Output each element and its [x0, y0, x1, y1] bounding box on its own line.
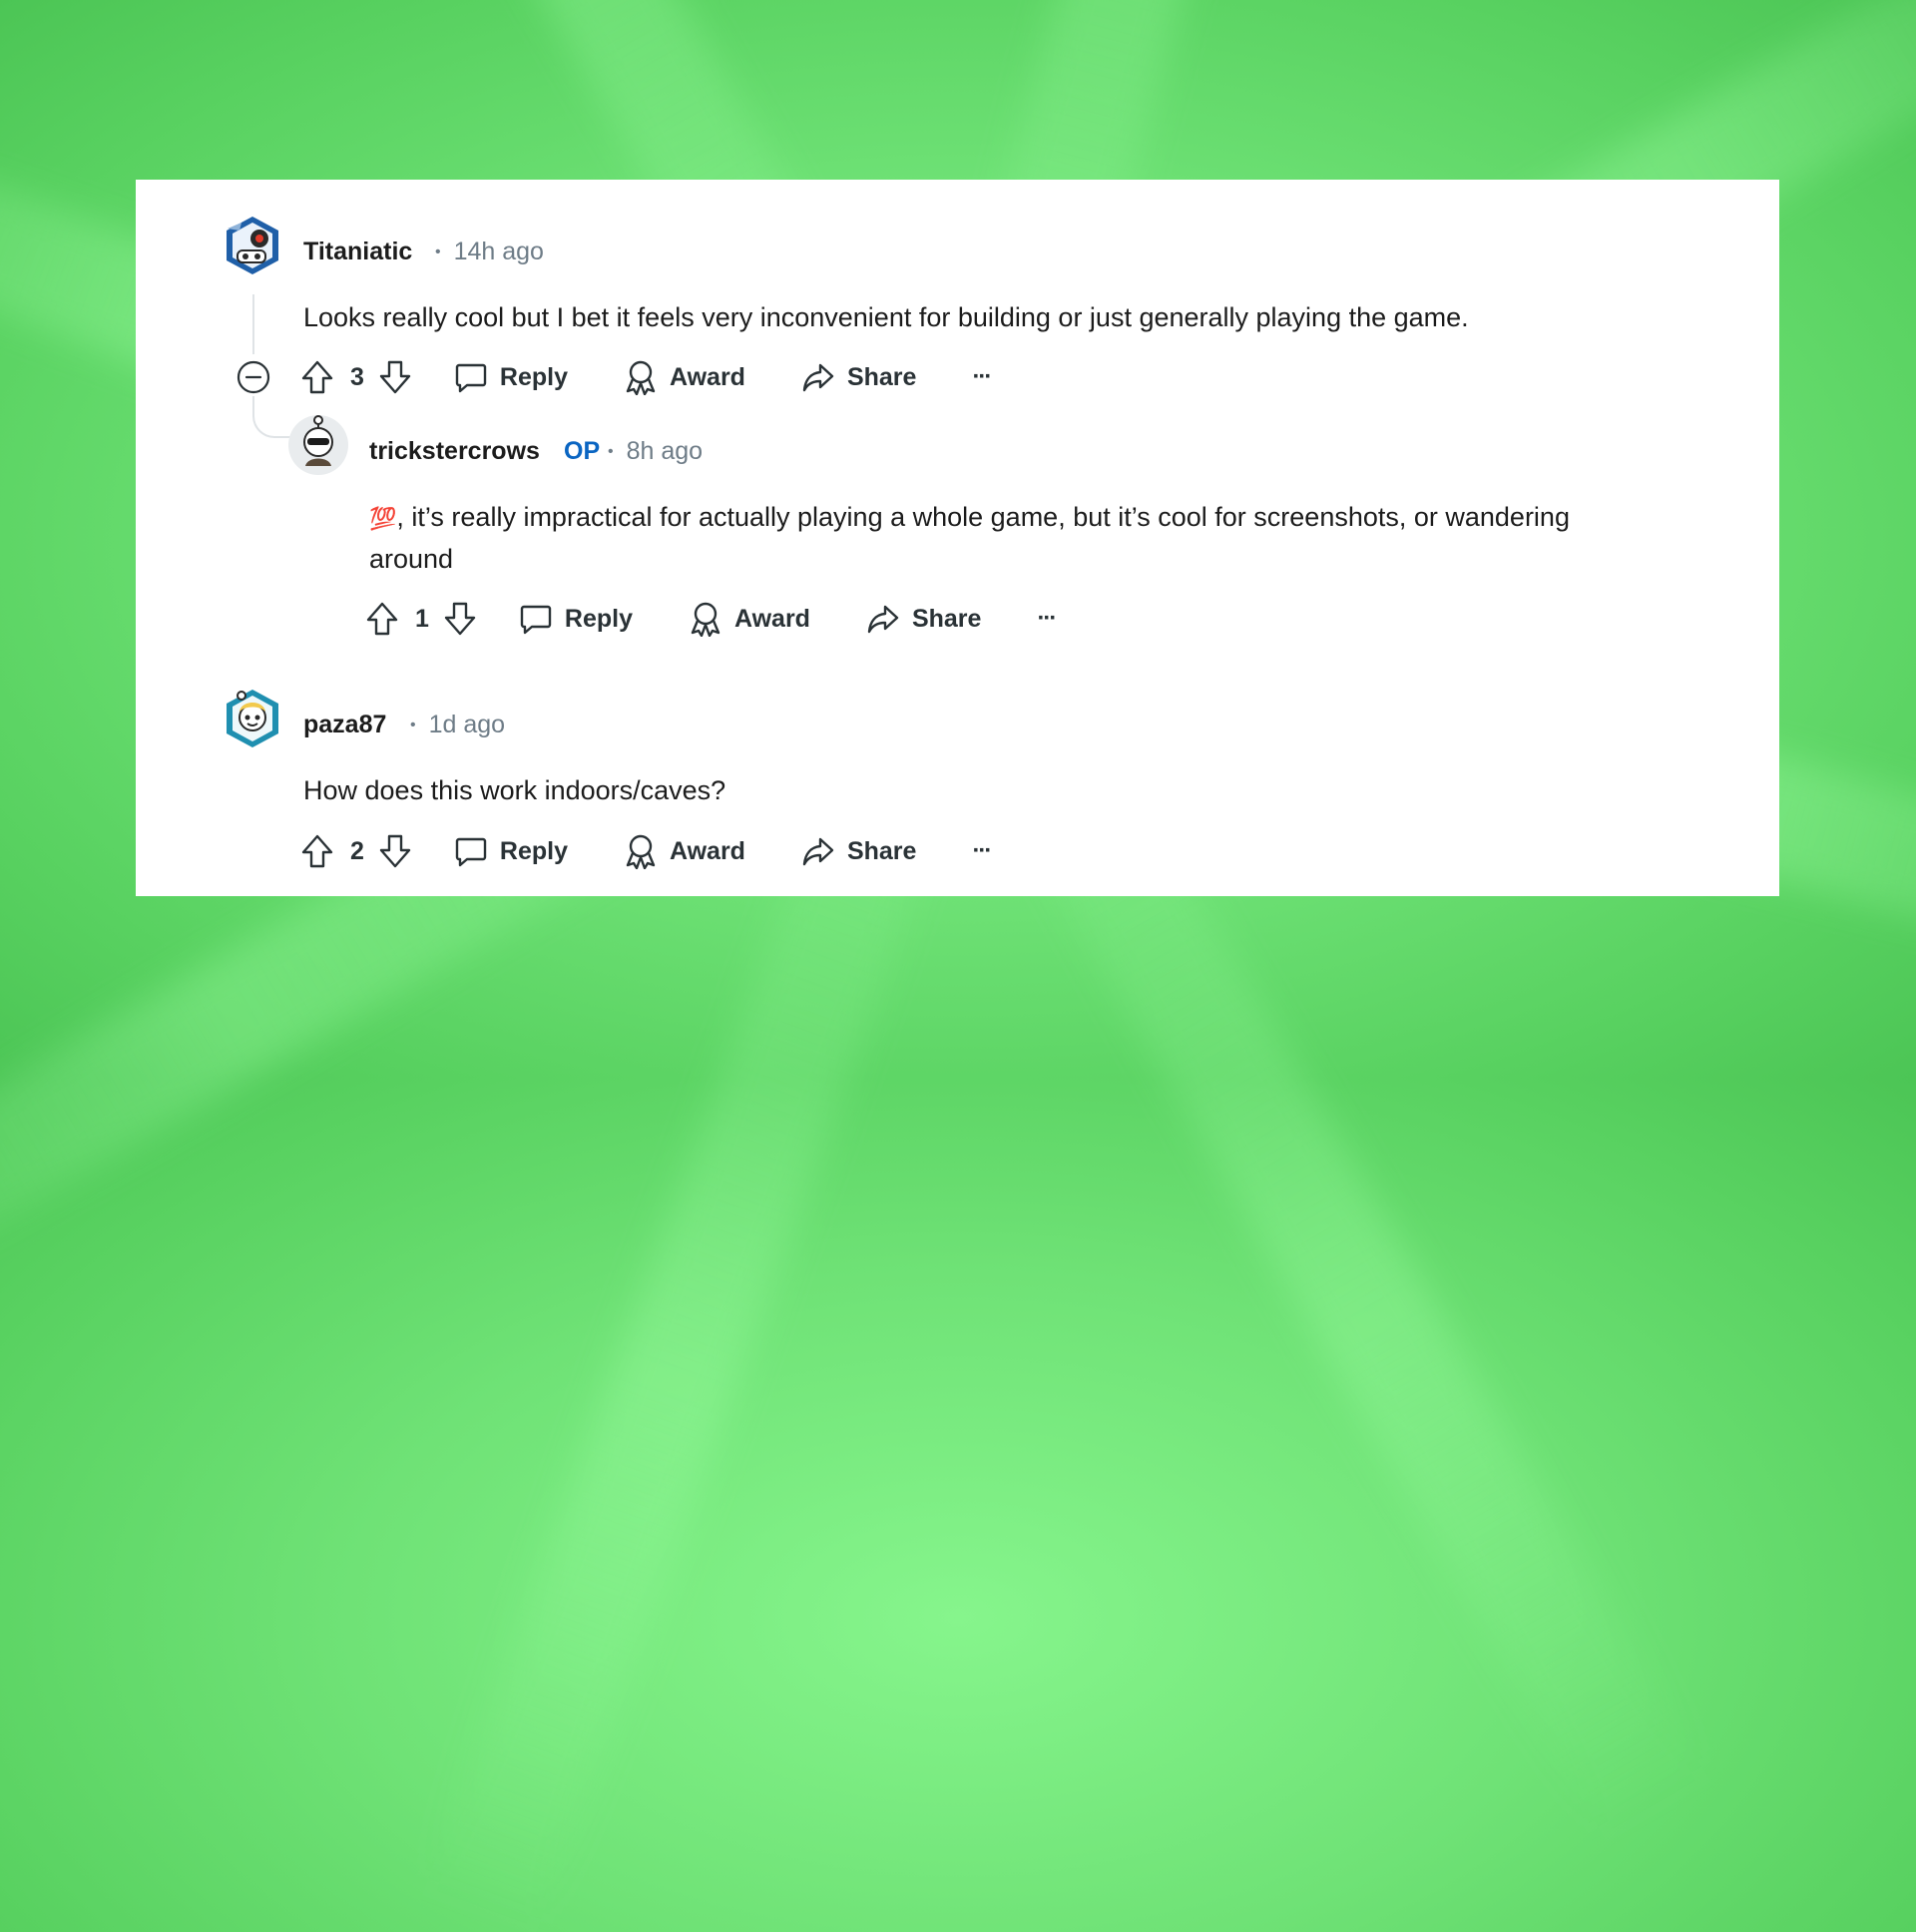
comments-card: Titaniatic • 14h ago Looks really cool b…: [136, 180, 1779, 896]
share-button[interactable]: Share: [801, 835, 916, 867]
comment-icon: [455, 363, 487, 393]
more-options-button[interactable]: ···: [1037, 605, 1057, 633]
award-icon: [691, 602, 720, 637]
comment-time[interactable]: 14h ago: [454, 238, 544, 265]
comment-actions: 2 Reply Award Share ···: [300, 831, 992, 871]
award-icon: [626, 360, 656, 395]
avatar[interactable]: [222, 215, 283, 276]
share-arrow-icon: [867, 605, 899, 634]
award-label: Award: [734, 604, 810, 633]
comment-author[interactable]: paza87: [303, 711, 386, 739]
comment-text: How does this work indoors/caves?: [303, 775, 726, 805]
hundred-points-emoji: 💯: [369, 506, 397, 531]
more-icon: ···: [972, 837, 992, 864]
separator-dot: •: [435, 243, 441, 260]
share-label: Share: [846, 836, 917, 865]
downvote-button[interactable]: [378, 833, 412, 869]
share-button[interactable]: Share: [866, 603, 981, 635]
comment-actions: 1 Reply Award Share ···: [365, 599, 1057, 639]
award-button[interactable]: Award: [624, 833, 745, 869]
award-label: Award: [670, 836, 745, 865]
comment-text: 💯, it’s really impractical for actually …: [369, 497, 1756, 580]
downvote-arrow-icon: [444, 602, 476, 636]
comment-author[interactable]: trickstercrows: [369, 437, 540, 466]
comment-text-line2: around: [369, 544, 454, 574]
comment-meta: • 14h ago: [435, 238, 544, 266]
comment-meta: • 1d ago: [410, 711, 505, 739]
share-label: Share: [911, 604, 982, 633]
more-icon: ···: [972, 363, 992, 390]
vote-count: 3: [350, 362, 364, 391]
collapse-thread-button[interactable]: [237, 360, 270, 394]
award-button[interactable]: Award: [689, 601, 810, 637]
comment-icon: [520, 605, 552, 635]
comment-time[interactable]: 8h ago: [627, 437, 703, 465]
more-icon: ···: [1037, 605, 1057, 632]
share-label: Share: [846, 362, 917, 391]
minus-circle-icon: [237, 360, 270, 394]
op-badge: OP: [564, 437, 601, 465]
separator-dot: •: [608, 443, 614, 460]
avatar[interactable]: [287, 414, 349, 476]
share-arrow-icon: [802, 363, 834, 392]
downvote-button[interactable]: [378, 359, 412, 395]
reply-label: Reply: [499, 362, 568, 391]
separator-dot: •: [410, 717, 416, 733]
thread-connector: [252, 396, 290, 438]
comment-actions: 3 Reply Award Share ···: [300, 357, 992, 397]
more-options-button[interactable]: ···: [972, 837, 992, 865]
downvote-arrow-icon: [379, 360, 411, 394]
upvote-arrow-icon: [301, 834, 333, 868]
avatar[interactable]: [222, 688, 283, 749]
share-arrow-icon: [802, 837, 834, 866]
comment-text-line1: , it’s really impractical for actually p…: [396, 502, 1570, 532]
downvote-button[interactable]: [443, 601, 477, 637]
upvote-button[interactable]: [300, 359, 334, 395]
reply-label: Reply: [564, 604, 633, 633]
comment-text: Looks really cool but I bet it feels ver…: [303, 302, 1469, 332]
award-icon: [626, 834, 656, 869]
reply-label: Reply: [499, 836, 568, 865]
award-button[interactable]: Award: [624, 359, 745, 395]
downvote-arrow-icon: [379, 834, 411, 868]
upvote-button[interactable]: [365, 601, 399, 637]
vote-count: 1: [415, 604, 429, 633]
more-options-button[interactable]: ···: [972, 363, 992, 391]
share-button[interactable]: Share: [801, 361, 916, 393]
reply-button[interactable]: Reply: [519, 602, 633, 636]
reply-button[interactable]: Reply: [454, 834, 568, 868]
upvote-button[interactable]: [300, 833, 334, 869]
award-label: Award: [670, 362, 745, 391]
upvote-arrow-icon: [366, 602, 398, 636]
comment-meta: • 8h ago: [608, 437, 703, 466]
comment-time[interactable]: 1d ago: [429, 711, 505, 738]
vote-count: 2: [350, 836, 364, 865]
upvote-arrow-icon: [301, 360, 333, 394]
reply-button[interactable]: Reply: [454, 360, 568, 394]
comment-author[interactable]: Titaniatic: [303, 238, 412, 266]
comment-icon: [455, 837, 487, 867]
thread-line[interactable]: [252, 294, 254, 354]
